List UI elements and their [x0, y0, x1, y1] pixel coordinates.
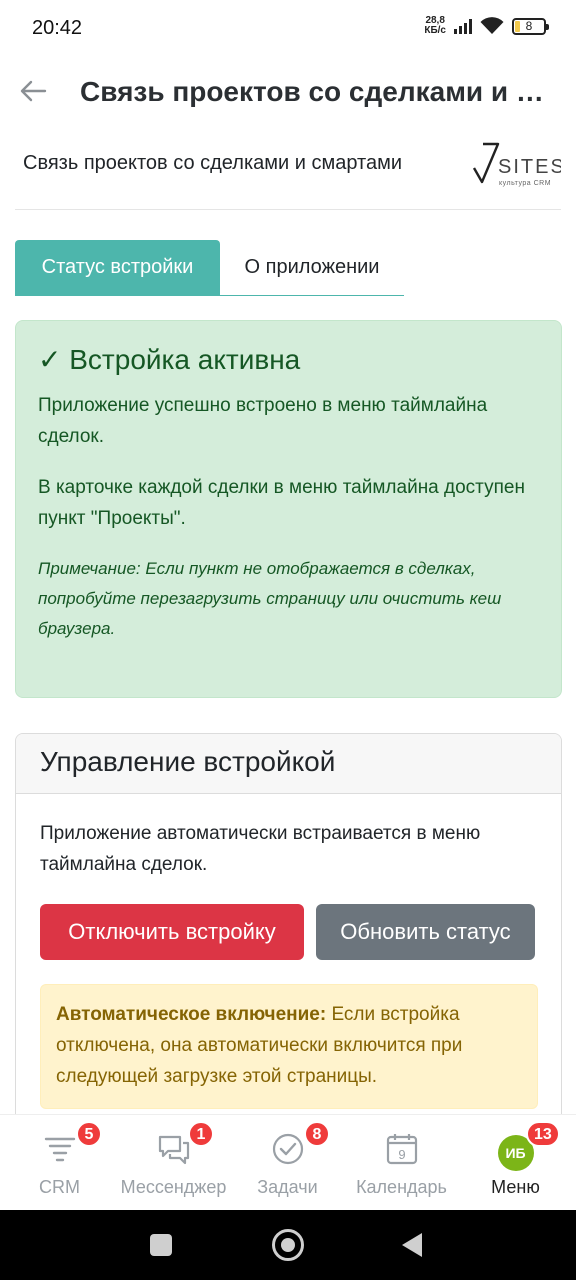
battery-icon: 8	[512, 17, 549, 35]
status-time: 20:42	[32, 17, 83, 39]
calendar-icon: 9	[386, 1134, 417, 1165]
nav-label-tasks: Задачи	[257, 1177, 318, 1197]
signal-icon	[454, 18, 472, 34]
app-header: Связь проектов со сделками и смартами	[0, 58, 576, 132]
nav-label-messenger: Мессенджер	[120, 1177, 227, 1197]
tasks-badge: 8	[304, 1121, 330, 1147]
battery-level: 8	[525, 18, 533, 33]
chat-icon	[158, 1135, 189, 1165]
nav-item-messenger[interactable]: 1 Мессенджер	[116, 1115, 231, 1211]
nav-item-crm[interactable]: 5 CRM	[2, 1115, 117, 1211]
arrow-left-icon[interactable]	[18, 76, 48, 106]
disable-embed-button[interactable]: Отключить встройку	[40, 904, 304, 960]
status-bar: 20:42 28,8 КБ/с 8	[0, 0, 576, 58]
nav-label-calendar: Календарь	[356, 1177, 447, 1197]
network-speed-unit: КБ/с	[424, 25, 446, 36]
nav-item-calendar[interactable]: 9 Календарь	[344, 1115, 459, 1211]
recents-icon[interactable]	[150, 1234, 172, 1256]
back-triangle-icon[interactable]	[402, 1233, 422, 1257]
crm-funnel-icon	[44, 1137, 75, 1162]
status-icons: 28,8 КБ/с 8	[424, 16, 549, 36]
sites-logo: SITES культура CRM	[472, 142, 561, 187]
tab-embed-status[interactable]: Статус встройки	[15, 240, 220, 296]
logo-text: SITES	[498, 156, 561, 178]
alert-text-2: В карточке каждой сделки в меню таймлайн…	[38, 477, 525, 529]
home-icon[interactable]	[272, 1229, 304, 1261]
alert-title: ✓ Встройка активна	[38, 344, 301, 375]
main-content: Связь проектов со сделками и смартами SI…	[0, 132, 576, 1114]
nav-item-tasks[interactable]: 8 Задачи	[230, 1115, 345, 1211]
success-alert: ✓ Встройка активна Приложение успешно вс…	[15, 320, 562, 698]
management-card: Управление встройкой Приложение автомати…	[15, 733, 562, 1114]
tab-about-app[interactable]: О приложении	[220, 240, 404, 296]
menu-badge: 13	[526, 1121, 560, 1147]
system-nav-bar	[0, 1210, 576, 1280]
button-row: Отключить встройку Обновить статус	[40, 904, 537, 960]
card-text: Приложение автоматически встраивается в …	[40, 823, 481, 875]
messenger-badge: 1	[188, 1121, 214, 1147]
nav-label-menu: Меню	[491, 1177, 540, 1197]
warning-alert: Автоматическое включение: Если встройка …	[40, 984, 538, 1109]
tabs: Статус встройки О приложении	[15, 240, 404, 296]
check-circle-icon	[272, 1133, 303, 1165]
warning-bold: Автоматическое включение:	[56, 1004, 327, 1025]
card-body: Приложение автоматически встраивается в …	[16, 794, 561, 1114]
app-subtitle: Связь проектов со сделками и смартами	[23, 152, 402, 174]
logo-tagline: культура CRM	[499, 180, 551, 187]
crm-badge: 5	[76, 1121, 102, 1147]
network-speed: 28,8 КБ/с	[424, 16, 446, 36]
refresh-status-button[interactable]: Обновить статус	[316, 904, 535, 960]
page-title: Связь проектов со сделками и смартами	[80, 76, 558, 107]
bottom-nav: 5 CRM 1 Мессенджер 8 Задачи 9 Календарь …	[0, 1114, 576, 1210]
nav-item-menu[interactable]: ИБ 13 Меню	[458, 1115, 573, 1211]
card-title: Управление встройкой	[16, 734, 561, 794]
calendar-day: 9	[398, 1147, 405, 1162]
nav-label-crm: CRM	[39, 1177, 80, 1197]
app-head: Связь проектов со сделками и смартами SI…	[15, 132, 561, 210]
alert-text-1: Приложение успешно встроено в меню таймл…	[38, 395, 488, 447]
alert-note: Примечание: Если пункт не отображается в…	[38, 559, 502, 638]
wifi-icon	[480, 17, 504, 35]
